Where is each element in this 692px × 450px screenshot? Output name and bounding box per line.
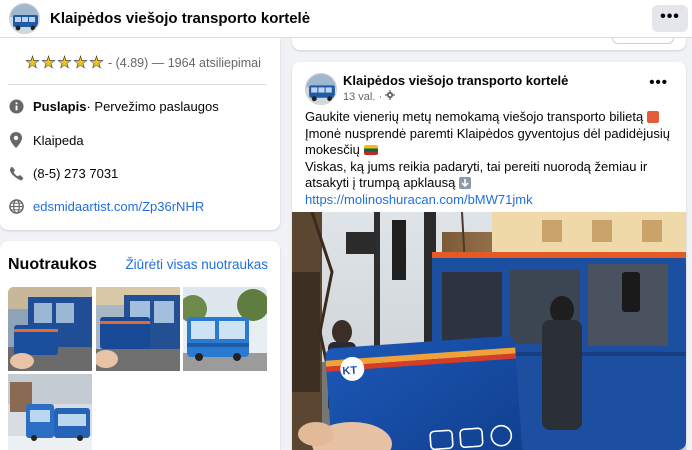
post-author-name[interactable]: Klaipėdos viešojo transporto kortelė: [343, 73, 568, 88]
page-title[interactable]: Klaipėdos viešojo transporto kortelė: [50, 10, 310, 27]
post-author-avatar[interactable]: [305, 73, 337, 105]
post-text: Gaukite vienerių metų nemokamą viešojo t…: [305, 109, 677, 208]
feed-top-card: [292, 38, 686, 50]
photo-thumbnail[interactable]: [8, 374, 92, 450]
down-arrow-icon: [458, 177, 471, 189]
more-options-button[interactable]: •••: [652, 5, 688, 32]
photo-thumbnail[interactable]: [8, 287, 92, 371]
post-timestamp[interactable]: 13 val. ·: [343, 91, 382, 103]
phone-row: (8-5) 273 7031: [8, 165, 118, 181]
photo-thumbnail[interactable]: [96, 287, 180, 371]
rating-row: - (4.89) — 1964 atsiliepimai: [25, 55, 261, 70]
intro-card: - (4.89) — 1964 atsiliepimai Puslapis · …: [0, 38, 280, 230]
info-icon: [8, 98, 24, 114]
page-type-label: Puslapis: [33, 98, 87, 114]
post-card: Klaipėdos viešojo transporto kortelė 13 …: [292, 62, 686, 450]
photos-title[interactable]: Nuotraukos: [8, 256, 97, 274]
post-link[interactable]: https://molinoshuracan.com/bMW71jmk: [305, 192, 533, 207]
card-logo-text: KT: [342, 365, 358, 378]
page-header: Klaipėdos viešojo transporto kortelė •••: [0, 0, 692, 38]
rating-stars-icon: [25, 55, 104, 70]
post-text-line: Įmonė nusprendė paremti Klaipėdos gyvent…: [305, 125, 670, 158]
globe-icon: [8, 198, 24, 214]
gift-icon: [646, 111, 659, 123]
settings-gear-icon: [385, 90, 396, 103]
photo-thumbnail[interactable]: [183, 287, 267, 371]
post-image[interactable]: KT: [292, 212, 686, 450]
lithuania-flag-icon: [363, 145, 378, 155]
see-all-photos-link[interactable]: Žiūrėti visas nuotraukas: [125, 257, 268, 272]
photos-card: Nuotraukos Žiūrėti visas nuotraukas: [0, 241, 280, 450]
page-avatar[interactable]: [9, 3, 40, 34]
rating-text[interactable]: - (4.89) — 1964 atsiliepimai: [108, 56, 261, 70]
location-row: Klaipeda: [8, 132, 84, 148]
page-type-row: Puslapis · Pervežimo paslaugos: [8, 98, 219, 114]
page-type-category: · Pervežimo paslaugos: [86, 98, 219, 114]
phone-text[interactable]: (8-5) 273 7031: [33, 166, 118, 181]
post-text-line: Viskas, ką jums reikia padaryti, tai per…: [305, 158, 648, 191]
feed-top-button[interactable]: [612, 38, 674, 44]
location-pin-icon: [8, 132, 24, 148]
website-link[interactable]: edsmidaartist.com/Zp36rNHR: [33, 199, 204, 214]
post-text-line: Gaukite vienerių metų nemokamą viešojo t…: [305, 109, 644, 124]
post-more-options-button[interactable]: •••: [649, 74, 668, 91]
city-text: Klaipeda: [33, 132, 84, 148]
website-row: edsmidaartist.com/Zp36rNHR: [8, 198, 204, 214]
phone-icon: [8, 165, 24, 181]
divider: [8, 84, 266, 85]
post-meta: 13 val. ·: [343, 90, 396, 103]
